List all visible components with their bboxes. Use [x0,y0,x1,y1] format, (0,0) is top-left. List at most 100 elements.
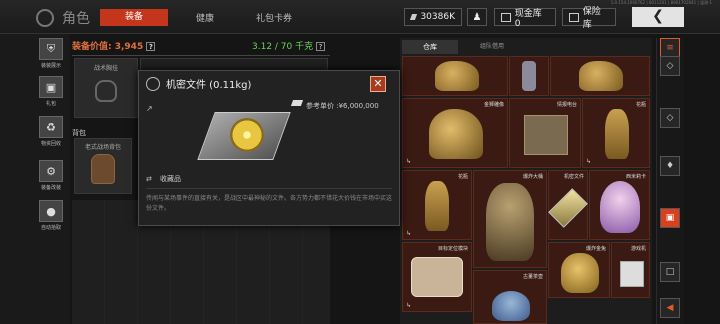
sort-icon[interactable]: ≡ [660,38,680,58]
warehouse-item[interactable] [509,56,549,96]
gift-icon: ▣ [39,76,63,98]
teapot-icon [492,291,530,321]
item-label: 花瓶 [457,174,468,180]
share-icon[interactable]: ↗ [146,104,153,113]
vase-icon [425,181,449,231]
sidebar-item-label: 装装展示 [40,63,61,69]
arrow-icon: ↳ [406,230,412,237]
sidebar-item-recycle[interactable]: ♻ 物资回收 [36,116,66,152]
sidebar-item-label: 物资回收 [40,141,61,147]
item-label: 游戏机 [630,246,646,252]
sidebar-item-label: 装备改装 [40,185,61,191]
armor-icon: ⛨ [39,38,63,60]
warehouse-item[interactable]: 游戏机 [611,242,650,298]
currency-display: 30386K [404,8,462,26]
build-info: 1.0.154.1060762 | 8011201 | 8901702641 |… [610,0,712,5]
warehouse-item[interactable]: 情报电台 [509,98,581,168]
tab-team-borrow[interactable]: 组队借用 [462,40,522,54]
sidebar-item-label: 自动拾取 [40,225,61,231]
divider [72,55,330,56]
item-label: 机密文件 [563,174,584,180]
back-button[interactable]: ❮ [632,7,684,27]
sidebar-item-armor[interactable]: ⛨ 装装展示 [36,38,66,74]
warehouse-item[interactable]: 目标定位模块 ↳ [402,242,472,312]
carry-weight: 3.12 / 70 千克 ? [252,39,325,52]
vault-icon [501,12,511,22]
category-collectibles-icon[interactable]: ▣ [660,208,680,228]
warehouse-item[interactable]: 花瓶 ↳ [402,170,472,240]
toggle-icon: ● [39,200,63,222]
cash-vault-label: 现金库 0 [514,8,542,29]
chest-rig-slot[interactable]: 战术胸挂 [74,58,138,118]
sidebar-item-label: 礼包 [45,101,56,107]
item-description: 传闻与某场事件的直接有关，是战区中最神秘的文件。各方势力都不惜花大价钱在市场中买… [146,195,393,212]
reference-price: 参考单价 :¥6,000,000 [306,102,379,110]
arrow-icon: ↳ [586,158,592,165]
radio-icon [524,115,568,155]
item-label: 目标定位模块 [437,246,468,252]
tab-warehouse[interactable]: 仓库 [402,40,458,54]
lion-statue-icon [435,61,479,91]
sidebar-item-mod[interactable]: ⚙ 装备改装 [36,160,66,196]
item-label: 金狮雕像 [483,102,504,108]
item-label: 情报电台 [556,102,577,108]
golden-rabbit-icon [561,253,599,293]
lion-statue-icon [579,61,623,91]
collectible-icon: ⇄ [146,175,152,183]
warehouse-item[interactable]: 爆炸金兔 [548,242,610,298]
lion-statue-icon [429,109,483,159]
document-icon [548,188,588,228]
backpack-icon [91,154,115,184]
safe-icon [569,12,579,22]
safe-button[interactable]: 保险库 [562,7,616,30]
disc-icon [230,118,264,152]
safe-label: 保险库 [582,7,601,30]
locator-module-icon [411,257,463,297]
arrow-icon: ↳ [406,302,412,309]
sidebar-item-gift[interactable]: ▣ 礼包 [36,76,66,112]
page-title: 角色 [62,11,90,27]
equipment-value-text: 装备价值: 3,945 [72,42,144,52]
category-misc-icon[interactable]: □ [660,262,680,282]
backpack-section-title: 背包 [72,129,86,137]
explosive-figure-icon [486,183,534,261]
mod-icon: ⚙ [39,160,63,182]
help-icon[interactable]: ? [146,42,156,51]
slot-label: 战术胸挂 [93,65,118,72]
warehouse-item[interactable]: 花瓶 ↳ [582,98,650,168]
item-label: 西米莉卡 [625,174,646,180]
collapse-icon[interactable]: ◀ [660,298,680,318]
close-icon: ✕ [373,77,383,90]
divider [146,188,392,189]
backpack-item-label: 老式战场背包 [84,144,121,151]
item-label: 爆炸大桶 [522,174,543,180]
help-icon[interactable]: ? [315,42,325,51]
chevron-left-icon: ❮ [652,8,664,24]
inventory-button[interactable]: ♟ [467,8,487,26]
tab-health[interactable]: 健康 [196,11,214,24]
tab-gift-vouchers[interactable]: 礼包卡券 [256,11,292,24]
currency-icon [409,14,418,20]
warehouse-item[interactable]: 西米莉卡 [589,170,650,240]
warehouse-item[interactable] [402,56,508,96]
warehouse-item[interactable]: 金狮雕像 ↳ [402,98,508,168]
cash-vault-button[interactable]: 现金库 0 [494,8,556,29]
item-label: 古董茶壶 [522,274,543,280]
warehouse-item[interactable]: 爆炸大桶 [473,170,547,268]
category-armor-icon[interactable]: ♦ [660,156,680,176]
category-medical-icon[interactable]: ◇ [660,108,680,128]
recycle-icon: ♻ [39,116,63,138]
tab-equipment[interactable]: 装备 [100,9,168,26]
warehouse-item[interactable] [550,56,650,96]
sidebar-item-autopickup[interactable]: ● 自动拾取 [36,200,66,236]
carry-weight-text: 3.12 / 70 千克 [252,42,314,52]
close-button[interactable]: ✕ [370,76,386,92]
category-consumables-icon[interactable]: ◇ [660,56,680,76]
item-label: 花瓶 [635,102,646,108]
backpack-item[interactable]: 老式战场背包 [74,138,132,194]
warehouse-item[interactable]: 机密文件 [548,170,588,240]
chest-rig-icon [95,80,117,102]
collectible-label: 收藏品 [160,175,181,183]
game-console-icon [620,261,644,287]
warehouse-item[interactable]: 古董茶壶 [473,270,547,324]
